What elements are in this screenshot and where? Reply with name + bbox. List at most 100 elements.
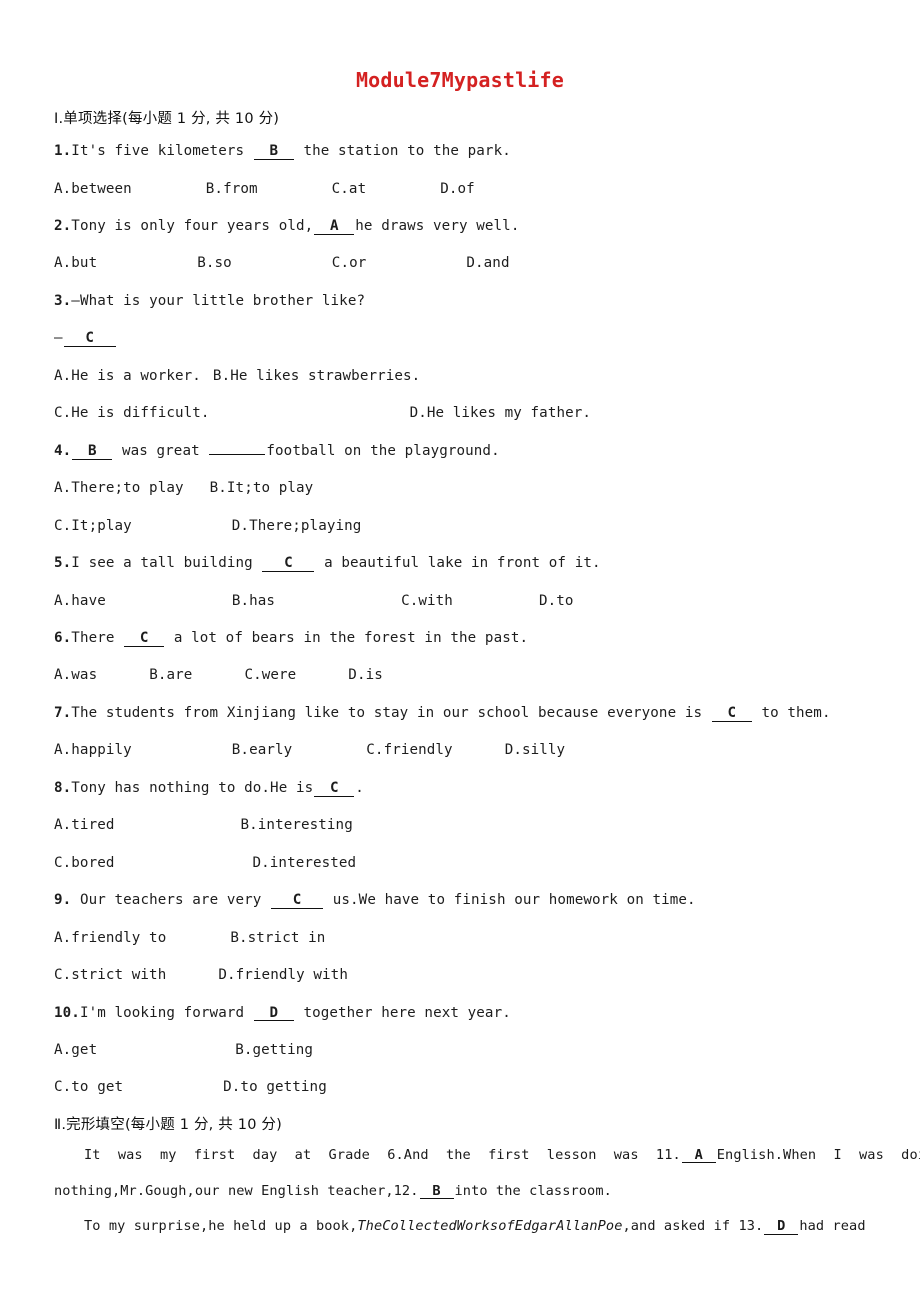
option-a[interactable]: A.have <box>54 592 106 610</box>
option-b[interactable]: B.It;to play <box>210 479 314 497</box>
option-a[interactable]: A.He is a worker. <box>54 367 201 385</box>
question-number: 1. <box>54 143 72 160</box>
option-c[interactable]: C.or <box>332 254 367 272</box>
option-d[interactable]: D.of <box>440 180 475 198</box>
question-10-options-line-1: A.get B.getting <box>54 1041 866 1059</box>
cloze-answer-11[interactable]: A <box>681 1148 716 1164</box>
question-5-options: A.have B.has C.with D.to <box>54 592 866 610</box>
option-c[interactable]: C.He is difficult. <box>54 404 210 422</box>
question-stem-after: he draws very well. <box>355 218 520 235</box>
answer-blank[interactable]: D <box>253 1005 294 1022</box>
option-b[interactable]: B.has <box>232 592 275 610</box>
answer-blank[interactable]: C <box>711 706 752 722</box>
question-stem-after: a beautiful lake in front of it. <box>324 555 601 572</box>
answer-blank[interactable]: B <box>253 144 294 161</box>
option-a[interactable]: A.happily <box>54 741 132 759</box>
option-d[interactable]: D.silly <box>505 741 566 759</box>
option-d[interactable]: D.and <box>466 254 509 272</box>
question-stem: Tony is only four years old, <box>71 218 314 235</box>
option-d[interactable]: D.is <box>348 666 383 684</box>
answer-blank[interactable]: C <box>124 631 165 647</box>
cloze-answer-12[interactable]: B <box>419 1183 454 1199</box>
option-c[interactable]: C.bored <box>54 854 115 872</box>
question-9-options-line-2: C.strict with D.friendly with <box>54 966 866 984</box>
option-c[interactable]: C.were <box>244 666 296 684</box>
question-9-options-line-1: A.friendly to B.strict in <box>54 929 866 947</box>
option-d[interactable]: D.friendly with <box>218 966 348 984</box>
option-d[interactable]: D.to getting <box>223 1078 327 1096</box>
option-a[interactable]: A.get <box>54 1041 97 1059</box>
question-7-options: A.happily B.early C.friendly D.silly <box>54 741 866 759</box>
option-c[interactable]: C.with <box>401 592 453 610</box>
question-stem: —What is your little brother like? <box>71 292 366 309</box>
option-b[interactable]: B.interesting <box>241 816 353 834</box>
question-6-options: A.was B.are C.were D.is <box>54 666 866 684</box>
option-b[interactable]: B.He likes strawberries. <box>213 367 420 385</box>
option-c[interactable]: C.strict with <box>54 966 166 984</box>
question-stem: There <box>71 630 115 647</box>
question-8: 8.Tony has nothing to do.He is C. <box>54 779 866 797</box>
cloze-answer-13[interactable]: D <box>764 1219 799 1235</box>
question-8-options-line-1: A.tired B.interesting <box>54 816 866 834</box>
question-stem: I'm looking forward <box>79 1004 245 1021</box>
option-a[interactable]: A.but <box>54 254 97 272</box>
answer-blank[interactable]: A <box>314 219 355 235</box>
option-b[interactable]: B.strict in <box>230 929 325 947</box>
question-stem-after: football on the playground. <box>266 442 500 459</box>
option-a[interactable]: A.was <box>54 666 97 684</box>
question-stem-after: to them. <box>761 704 831 721</box>
option-c[interactable]: C.friendly <box>366 741 452 759</box>
question-number: 4. <box>54 442 72 459</box>
option-a[interactable]: A.friendly to <box>54 929 166 947</box>
option-a[interactable]: A.between <box>54 180 132 198</box>
question-stem: The students from Xinjiang like to stay … <box>71 704 703 721</box>
option-d[interactable]: D.to <box>539 592 574 610</box>
cloze-text: nothing,Mr.Gough,our new English teacher… <box>54 1182 419 1199</box>
question-stem-after: . <box>355 779 364 796</box>
option-b[interactable]: B.getting <box>235 1041 313 1059</box>
question-number: 3. <box>54 292 72 309</box>
question-number: 9. <box>54 892 72 909</box>
question-number: 10. <box>54 1004 80 1021</box>
answer-blank-empty[interactable] <box>209 453 266 455</box>
option-d[interactable]: D.There;playing <box>232 517 362 535</box>
question-3-options-line-1: A.He is a worker. B.He likes strawberries… <box>54 367 866 385</box>
option-c[interactable]: C.at <box>332 180 367 198</box>
question-3-options-line-2: C.He is difficult. D.He likes my father. <box>54 404 866 422</box>
question-number: 2. <box>54 218 72 235</box>
cloze-paragraph-1: It was my first day at Grade 6.And the f… <box>54 1138 920 1209</box>
question-10: 10.I'm looking forward D together here n… <box>54 1004 866 1022</box>
option-d[interactable]: D.interested <box>253 854 357 872</box>
question-2-options: A.but B.so C.or D.and <box>54 254 866 272</box>
option-b[interactable]: B.are <box>149 666 192 684</box>
question-stem-after: a lot of bears in the forest in the past… <box>173 630 529 647</box>
section-heading-2: Ⅱ.完形填空(每小题 1 分, 共 10 分) <box>54 1116 282 1133</box>
option-b[interactable]: B.early <box>232 741 293 759</box>
question-number: 7. <box>54 704 72 721</box>
question-2: 2.Tony is only four years old, Ahe draws … <box>54 217 866 235</box>
question-4-options-line-2: C.It;play D.There;playing <box>54 517 866 535</box>
dash-marker: — <box>54 330 63 347</box>
page-title: Module7Mypastlife <box>355 68 565 92</box>
cloze-paragraph-2: To my surprise,he held up a book,TheColl… <box>54 1209 866 1245</box>
question-3-answer-line: — C <box>54 329 866 348</box>
answer-blank[interactable]: C <box>262 556 315 573</box>
question-1: 1.It's five kilometers B the station to … <box>54 142 866 161</box>
cloze-text: It was my first day at Grade 6.And the f… <box>84 1147 681 1164</box>
option-a[interactable]: A.There;to play <box>54 479 184 497</box>
question-number: 6. <box>54 630 72 647</box>
option-d[interactable]: D.He likes my father. <box>410 404 591 422</box>
cloze-text: had read <box>799 1218 866 1235</box>
option-c[interactable]: C.It;play <box>54 517 132 535</box>
question-5: 5.I see a tall building C a beautiful la… <box>54 554 866 573</box>
answer-blank[interactable]: B <box>72 443 113 460</box>
answer-blank[interactable]: C <box>314 780 355 797</box>
option-b[interactable]: B.so <box>197 254 232 272</box>
option-b[interactable]: B.from <box>206 180 258 198</box>
cloze-text: into the classroom. <box>454 1182 612 1199</box>
answer-blank[interactable]: C <box>271 893 324 910</box>
option-c[interactable]: C.to get <box>54 1078 123 1096</box>
question-8-options-line-2: C.bored D.interested <box>54 854 866 872</box>
answer-blank[interactable]: C <box>63 331 116 348</box>
option-a[interactable]: A.tired <box>54 816 115 834</box>
